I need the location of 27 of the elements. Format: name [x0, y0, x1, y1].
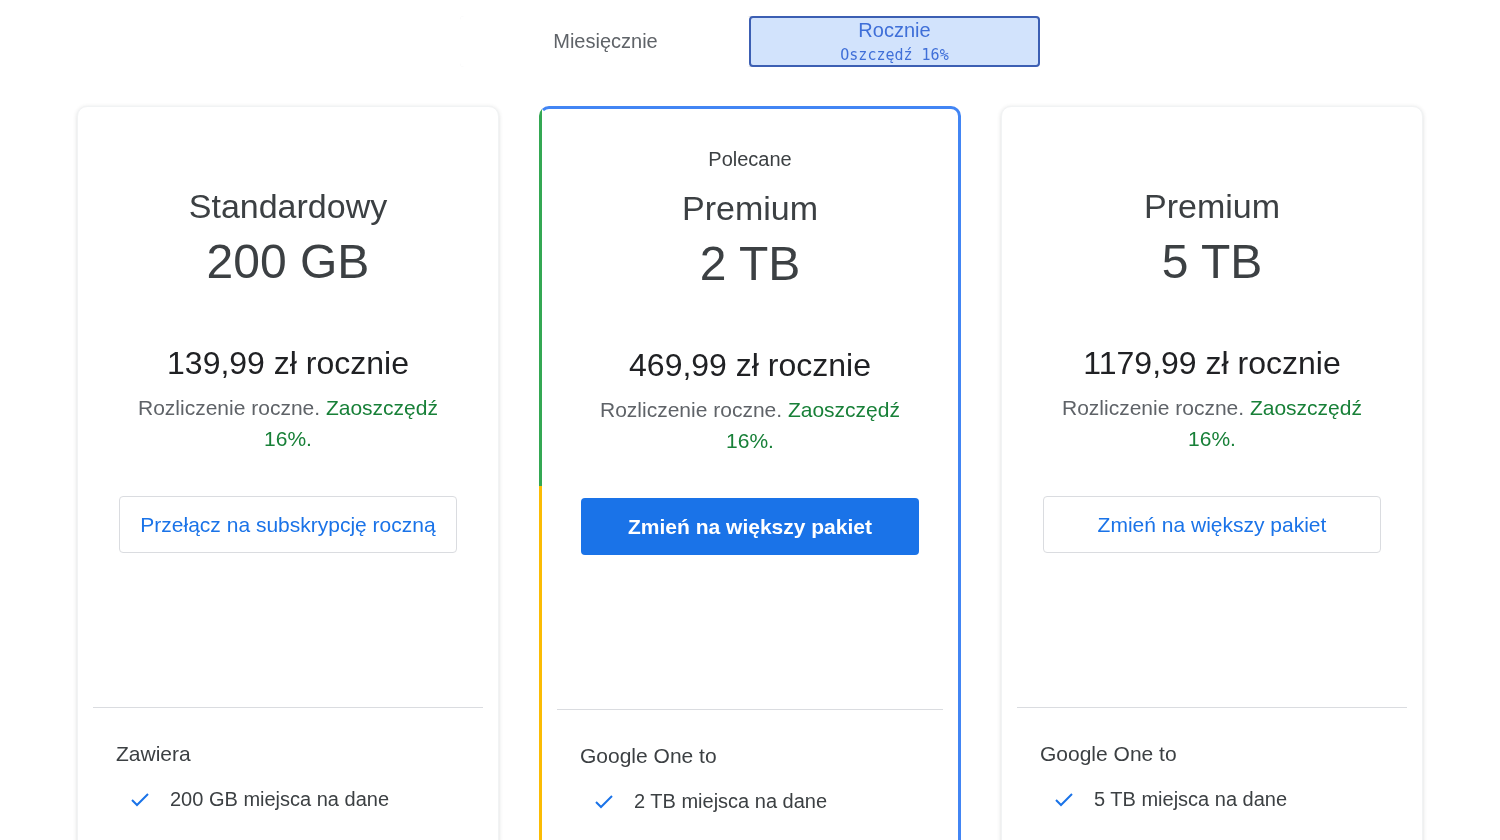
- plan-storage: 5 TB: [1161, 234, 1263, 289]
- billing-tab[interactable]: Miesięcznie: [460, 16, 751, 67]
- plan-storage: 2 TB: [699, 236, 801, 291]
- plan-name: Premium: [1144, 187, 1280, 226]
- plan-button[interactable]: Przełącz na subskrypcję roczną: [119, 496, 457, 553]
- recommended-label: Polecane: [708, 148, 792, 172]
- feature-text: 5 TB miejsca na dane: [1094, 788, 1288, 811]
- section-heading: Zawiera: [116, 742, 192, 766]
- check-icon: [594, 793, 614, 810]
- plan-price: 469,99 zł rocznie: [629, 347, 871, 384]
- plan-button[interactable]: Zmień na większy pakiet: [581, 498, 919, 555]
- billing-note: Rozliczenie roczne. Zaoszczędź 16%.: [137, 395, 439, 452]
- billing-note: Rozliczenie roczne. Zaoszczędź 16%.: [1061, 395, 1363, 452]
- plan-price: 139,99 zł rocznie: [167, 345, 409, 382]
- plan-name: Premium: [682, 189, 818, 228]
- feature-text: 2 TB miejsca na dane: [634, 790, 828, 813]
- check-icon: [1054, 791, 1074, 808]
- check-icon: [130, 791, 150, 808]
- plan-price: 1179,99 zł rocznie: [1083, 345, 1341, 382]
- billing-note: Rozliczenie roczne. Zaoszczędź 16%.: [599, 397, 901, 454]
- billing-tab[interactable]: Rocznie Oszczędź 16%: [749, 16, 1040, 67]
- feature-text: 200 GB miejsca na dane: [170, 788, 390, 811]
- section-heading: Google One to: [580, 744, 718, 768]
- plan-button[interactable]: Zmień na większy pakiet: [1043, 496, 1381, 553]
- plan-storage: 200 GB: [206, 234, 370, 289]
- plan-name: Standardowy: [188, 187, 388, 226]
- section-heading: Google One to: [1040, 742, 1178, 766]
